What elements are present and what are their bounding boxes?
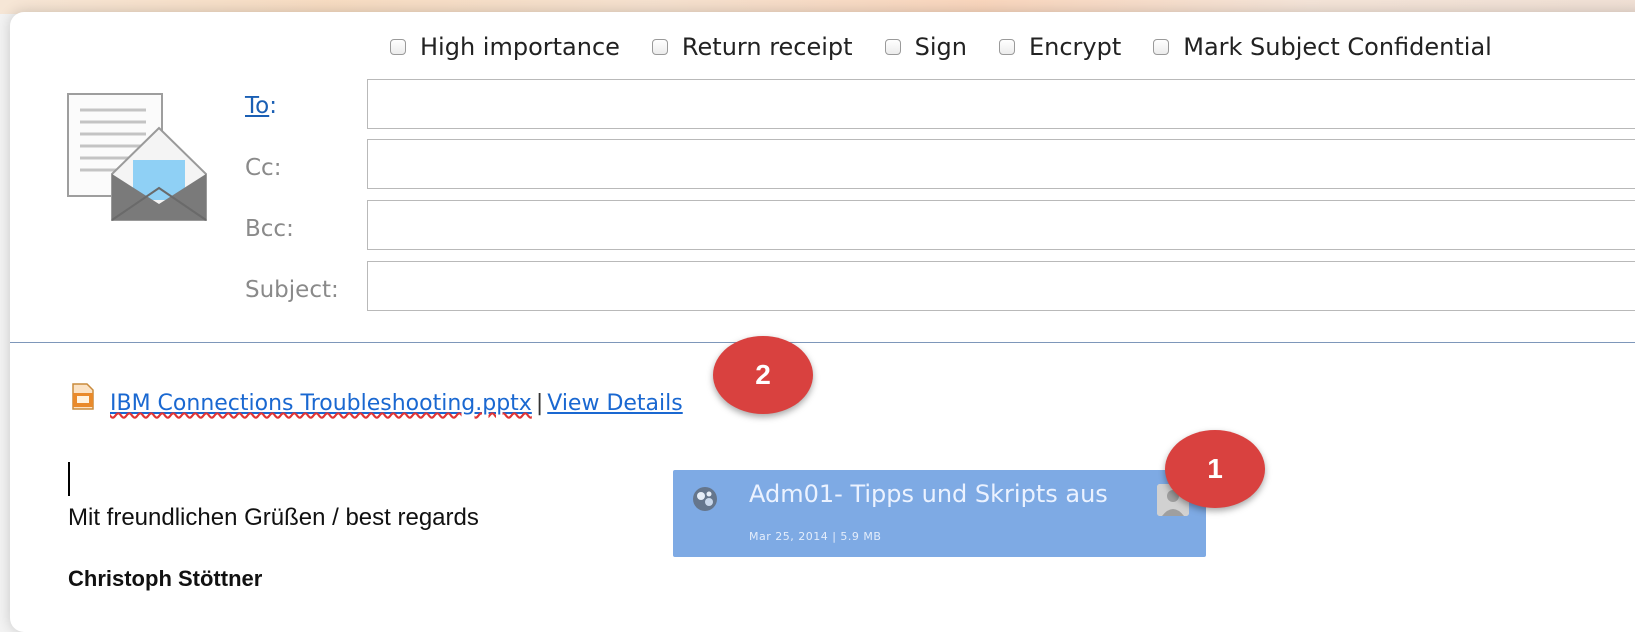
mark-subject-confidential-label: Mark Subject Confidential	[1183, 33, 1492, 61]
dragged-file-meta: Mar 25, 2014 | 5.9 MB	[749, 530, 882, 543]
cc-label: Cc:	[245, 155, 282, 181]
to-label[interactable]: To:	[245, 93, 277, 119]
dragged-file-title: Adm01- Tipps und Skripts aus	[749, 480, 1108, 508]
sign-checkbox[interactable]	[884, 39, 901, 55]
sign-label: Sign	[914, 33, 967, 61]
text-cursor	[68, 462, 70, 496]
attachment-file-link[interactable]: IBM Connections Troubleshooting.pptx	[110, 391, 532, 416]
signature-name: Christoph Stöttner	[68, 566, 263, 591]
to-link[interactable]: To	[245, 93, 269, 119]
option-sign[interactable]: Sign	[884, 33, 967, 61]
header-divider	[10, 342, 1635, 343]
high-importance-label: High importance	[420, 33, 620, 61]
return-receipt-label: Return receipt	[681, 33, 853, 61]
bcc-field[interactable]	[367, 200, 1635, 250]
attachment-file-name: IBM Connections Troubleshooting.pptx	[110, 391, 532, 416]
attachment-separator: |	[535, 391, 544, 416]
to-colon: :	[269, 93, 277, 119]
message-options: High importance Return receipt Sign Encr…	[390, 32, 1492, 62]
callout-badge-1: 1	[1165, 430, 1265, 508]
file-type-icon	[693, 487, 717, 511]
attachment-line: IBM Connections Troubleshooting.pptx | Vie…	[110, 391, 683, 416]
closing-greeting: Mit freundlichen Grüßen / best regards	[68, 504, 479, 531]
new-mail-icon	[67, 93, 207, 221]
return-receipt-checkbox[interactable]	[651, 39, 668, 55]
option-encrypt[interactable]: Encrypt	[998, 33, 1122, 61]
cc-field[interactable]	[367, 139, 1635, 189]
encrypt-label: Encrypt	[1028, 33, 1122, 61]
callout-badge-2: 2	[713, 336, 813, 414]
view-details-link[interactable]: View Details	[547, 391, 682, 416]
pptx-file-icon	[72, 383, 94, 410]
bcc-label: Bcc:	[245, 216, 294, 242]
compose-window: High importance Return receipt Sign Encr…	[10, 12, 1635, 632]
subject-field[interactable]	[367, 261, 1635, 311]
subject-label: Subject:	[245, 277, 339, 303]
option-high-importance[interactable]: High importance	[390, 33, 620, 61]
to-field[interactable]	[367, 79, 1635, 129]
option-return-receipt[interactable]: Return receipt	[651, 33, 853, 61]
encrypt-checkbox[interactable]	[998, 39, 1015, 55]
high-importance-checkbox[interactable]	[390, 39, 406, 55]
mark-subject-confidential-checkbox[interactable]	[1153, 39, 1170, 55]
dragged-file-card[interactable]: Adm01- Tipps und Skripts aus Mar 25, 201…	[673, 470, 1206, 557]
option-mark-subject-confidential[interactable]: Mark Subject Confidential	[1153, 33, 1492, 61]
